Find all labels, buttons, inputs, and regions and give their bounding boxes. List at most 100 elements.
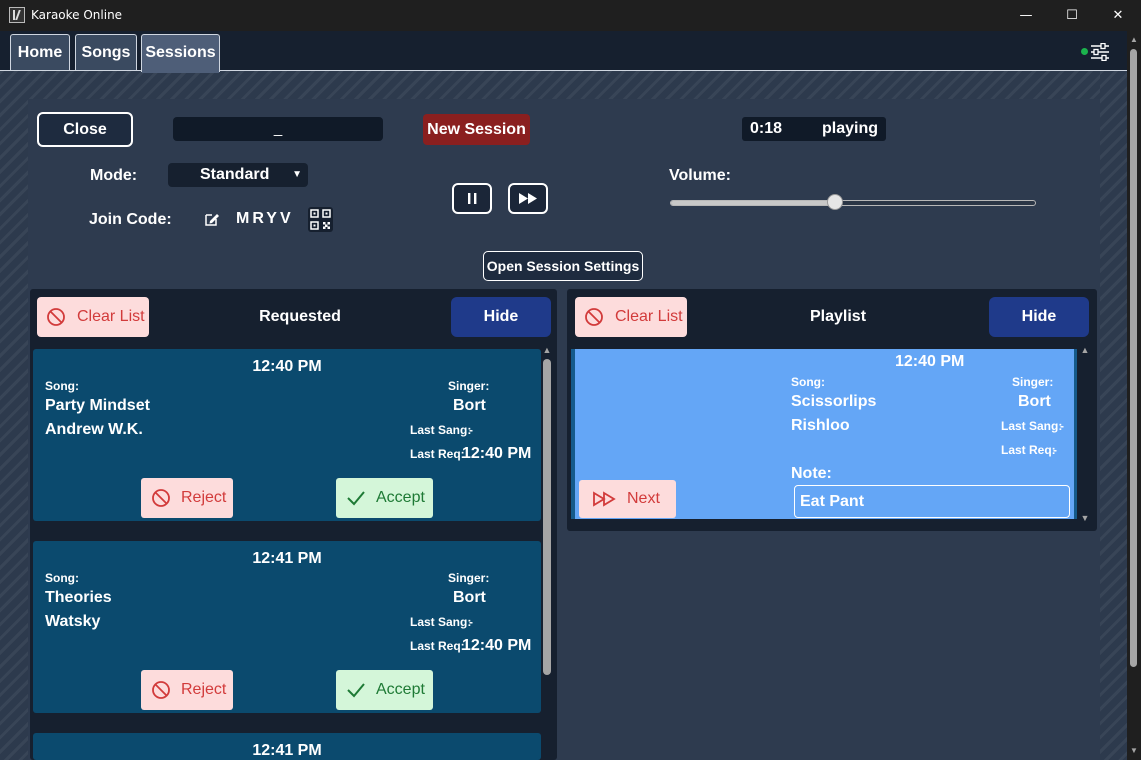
song-title: Party Mindset	[45, 397, 150, 414]
page-scrollbar-thumb[interactable]	[1130, 49, 1137, 667]
last-req-value: 12:40 PM	[462, 637, 532, 654]
volume-slider-fill	[671, 201, 835, 205]
window-title: Karaoke Online	[31, 8, 123, 22]
mode-label: Mode:	[90, 167, 138, 184]
mode-select[interactable]: Standard ▼	[168, 163, 308, 187]
prohibited-icon	[152, 681, 170, 699]
song-label: Song:	[45, 571, 79, 585]
maximize-button[interactable]: ☐	[1049, 0, 1095, 31]
volume-slider-track[interactable]	[670, 200, 1036, 206]
last-sang-value: -	[1060, 419, 1064, 433]
last-req-label: Last Req:	[1001, 443, 1056, 457]
last-req-label: Last Req:	[410, 639, 465, 653]
reject-label: Reject	[181, 681, 227, 698]
accept-label: Accept	[376, 681, 425, 698]
reject-button[interactable]: Reject	[141, 670, 233, 710]
open-session-settings-button[interactable]: Open Session Settings	[483, 251, 643, 281]
volume-label: Volume:	[669, 167, 731, 184]
next-label: Next	[627, 490, 660, 507]
requested-scrollbar-thumb[interactable]	[543, 359, 551, 675]
request-time: 12:41 PM	[252, 742, 322, 759]
session-code-input[interactable]: _	[173, 117, 383, 141]
qr-code-button[interactable]	[308, 207, 333, 232]
accept-label: Accept	[376, 489, 425, 506]
last-req-label: Last Req:	[410, 447, 465, 461]
last-sang-value: -	[469, 615, 473, 629]
last-req-value: -	[1053, 443, 1057, 457]
singer-name: Bort	[453, 589, 486, 606]
skip-forward-button[interactable]	[508, 183, 548, 214]
scroll-down-arrow-icon[interactable]: ▼	[1079, 512, 1091, 524]
last-sang-label: Last Sang:	[410, 423, 472, 437]
prohibited-icon	[585, 308, 603, 326]
chevron-down-icon: ▼	[292, 169, 302, 180]
singer-name: Bort	[1018, 393, 1051, 410]
close-session-button[interactable]: Close	[37, 112, 133, 147]
request-time: 12:41 PM	[252, 550, 322, 567]
song-artist: Watsky	[45, 613, 101, 630]
request-time: 12:40 PM	[252, 358, 322, 375]
scroll-up-arrow-icon[interactable]: ▲	[1079, 344, 1091, 356]
join-code-value: MRYV	[236, 210, 294, 227]
title-bar: Karaoke Online — ☐ ✕	[0, 0, 1141, 31]
clear-requested-button[interactable]: Clear List	[37, 297, 149, 337]
request-card: 12:41 PM Song: Theories Watsky Singer: B…	[33, 541, 541, 713]
requested-scrollbar[interactable]: ▲	[541, 343, 553, 760]
scroll-up-arrow-icon[interactable]: ▲	[541, 344, 553, 356]
playback-state: playing	[822, 120, 879, 137]
checkmark-icon	[347, 491, 365, 506]
hide-playlist-button[interactable]: Hide	[989, 297, 1089, 337]
singer-name: Bort	[453, 397, 486, 414]
playback-status: 0:18 playing	[742, 117, 886, 141]
prohibited-icon	[47, 308, 65, 326]
prohibited-icon	[152, 489, 170, 507]
pause-icon	[468, 193, 477, 204]
scroll-up-arrow-icon[interactable]: ▲	[1127, 33, 1141, 47]
song-label: Song:	[791, 375, 825, 389]
pause-button[interactable]	[452, 183, 492, 214]
mode-select-value: Standard	[200, 166, 270, 183]
next-button[interactable]: Next	[579, 480, 676, 518]
clear-playlist-button[interactable]: Clear List	[575, 297, 687, 337]
singer-label: Singer:	[448, 379, 490, 393]
playlist-scrollbar[interactable]: ▲ ▼	[1079, 343, 1091, 524]
reject-button[interactable]: Reject	[141, 478, 233, 518]
sliders-icon[interactable]	[1090, 43, 1110, 61]
hide-requested-button[interactable]: Hide	[451, 297, 551, 337]
last-sang-label: Last Sang:	[1001, 419, 1063, 433]
page-scrollbar[interactable]: ▲ ▼	[1127, 31, 1141, 760]
scroll-down-arrow-icon[interactable]: ▼	[1127, 744, 1141, 758]
playlist-title: Playlist	[809, 308, 867, 325]
song-label: Song:	[45, 379, 79, 393]
request-card: 12:40 PM Song: Party Mindset Andrew W.K.…	[33, 349, 541, 521]
note-field[interactable]: Eat Pant	[794, 485, 1070, 518]
last-sang-value: -	[469, 423, 473, 437]
hatch-border	[0, 71, 1127, 99]
note-label: Note:	[791, 465, 832, 482]
volume-slider-thumb[interactable]	[826, 194, 843, 210]
tab-sessions[interactable]: Sessions	[141, 34, 220, 73]
edit-icon[interactable]	[204, 211, 220, 227]
playlist-time: 12:40 PM	[895, 353, 965, 370]
new-session-button[interactable]: New Session	[423, 114, 530, 145]
last-sang-label: Last Sang:	[410, 615, 472, 629]
clear-requested-label: Clear List	[77, 308, 145, 325]
singer-label: Singer:	[448, 571, 490, 585]
tab-home[interactable]: Home	[10, 34, 70, 71]
fast-forward-icon	[519, 193, 537, 204]
tab-songs[interactable]: Songs	[75, 34, 137, 71]
minimize-button[interactable]: —	[1003, 0, 1049, 31]
checkmark-icon	[347, 683, 365, 698]
tab-bar: Home Songs Sessions	[0, 31, 1141, 73]
clear-playlist-label: Clear List	[615, 308, 683, 325]
accept-button[interactable]: Accept	[336, 670, 433, 710]
hatch-border	[1100, 71, 1127, 760]
playlist-card-now-playing: 12:40 PM Song: Scissorlips Rishloo Singe…	[571, 349, 1077, 519]
hatch-border	[0, 71, 28, 760]
close-window-button[interactable]: ✕	[1095, 0, 1141, 31]
song-title: Scissorlips	[791, 393, 877, 410]
last-req-value: 12:40 PM	[462, 445, 532, 462]
accept-button[interactable]: Accept	[336, 478, 433, 518]
join-code-label: Join Code:	[89, 211, 172, 228]
online-status-dot-icon	[1081, 48, 1088, 55]
